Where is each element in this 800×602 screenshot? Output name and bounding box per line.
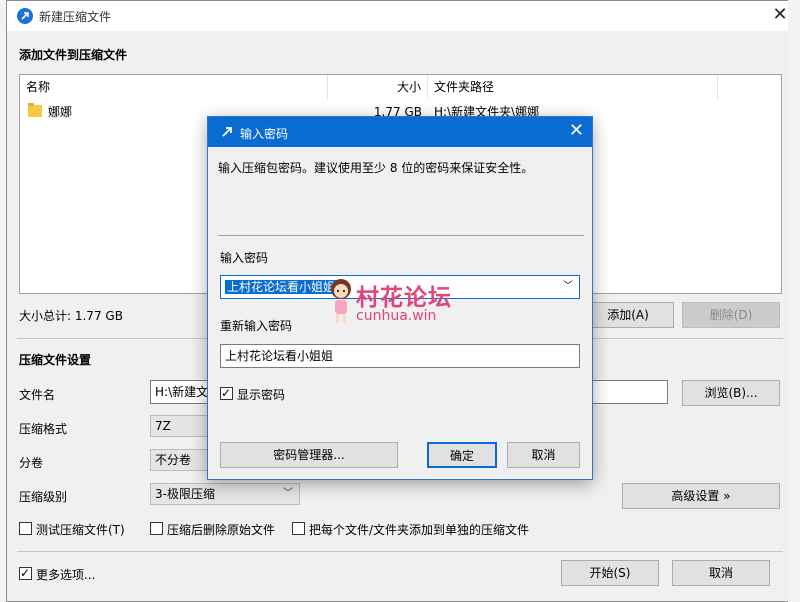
delete-after-label[interactable]: 压缩后删除原始文件 [167,521,275,538]
divider [218,235,584,236]
window-title: 新建压缩文件 [39,10,112,24]
format-label: 压缩格式 [19,422,68,436]
separate-archives-checkbox[interactable] [292,522,305,535]
format-value: 7Z [155,419,171,433]
ok-button[interactable]: 确定 [427,442,497,468]
password-label: 输入密码 [220,251,269,265]
watermark-url: cunhua.win [356,308,437,324]
volume-label: 分卷 [19,456,44,470]
delete-after-checkbox[interactable] [150,522,163,535]
volume-value: 不分卷 [155,453,192,467]
password-manager-button[interactable]: 密码管理器... [220,442,398,468]
show-password-checkbox[interactable] [220,385,233,401]
dialog-title: 输入密码 [240,127,289,141]
add-section-title: 添加文件到压缩文件 [19,48,128,62]
add-button[interactable]: 添加(A) [582,302,674,328]
background-window-edge-right [788,0,800,602]
password-value: 上村花论坛看小姐姐 [225,280,338,294]
show-password-label[interactable]: 显示密码 [237,386,285,403]
row-name: 娜娜 [48,105,73,119]
test-archive-checkbox[interactable] [19,522,32,535]
settings-title: 压缩文件设置 [19,353,92,367]
dialog-title-bar: 输入密码 ✕ [208,117,592,147]
level-value: 3-极限压缩 [155,487,215,501]
reenter-password-input[interactable]: 上村花论坛看小姐姐 [220,344,580,368]
separate-archives-label[interactable]: 把每个文件/文件夹添加到单独的压缩文件 [309,521,529,538]
dialog-hint: 输入压缩包密码。建议使用至少 8 位的密码来保证安全性。 [218,161,534,175]
app-logo-icon [17,8,33,24]
chevron-down-icon[interactable]: ﹀ [563,276,573,298]
test-archive-label[interactable]: 测试压缩文件(T) [36,521,125,538]
total-size: 大小总计: 1.77 GB [19,309,123,323]
more-options-label[interactable]: 更多选项... [36,566,95,583]
advanced-settings-button[interactable]: 高级设置 » [622,483,780,509]
divider [17,551,783,552]
watermark-name: 村花论坛 [356,285,452,311]
more-options-checkbox[interactable] [19,565,32,581]
browse-button[interactable]: 浏览(B)... [682,380,780,406]
watermark: 村花论坛 cunhua.win [328,278,488,330]
column-path[interactable]: 文件夹路径 [428,75,718,99]
column-name[interactable]: 名称 [20,75,328,99]
level-label: 压缩级别 [19,490,68,504]
start-button[interactable]: 开始(S) [561,560,659,586]
filename-label: 文件名 [19,388,56,402]
delete-button[interactable]: 删除(D) [682,302,780,328]
girl-mascot-icon [331,279,351,323]
reenter-label: 重新输入密码 [220,319,293,333]
folder-icon [28,103,42,117]
app-logo-icon [222,127,232,137]
chevron-down-icon: ﹀ [283,488,293,499]
close-icon[interactable]: ✕ [569,122,584,140]
main-cancel-button[interactable]: 取消 [672,560,770,586]
dialog-cancel-button[interactable]: 取消 [507,442,580,468]
column-size[interactable]: 大小 [328,75,428,99]
level-select[interactable]: 3-极限压缩 ﹀ [150,483,300,505]
title-bar: 新建压缩文件 ✕ [7,1,799,31]
